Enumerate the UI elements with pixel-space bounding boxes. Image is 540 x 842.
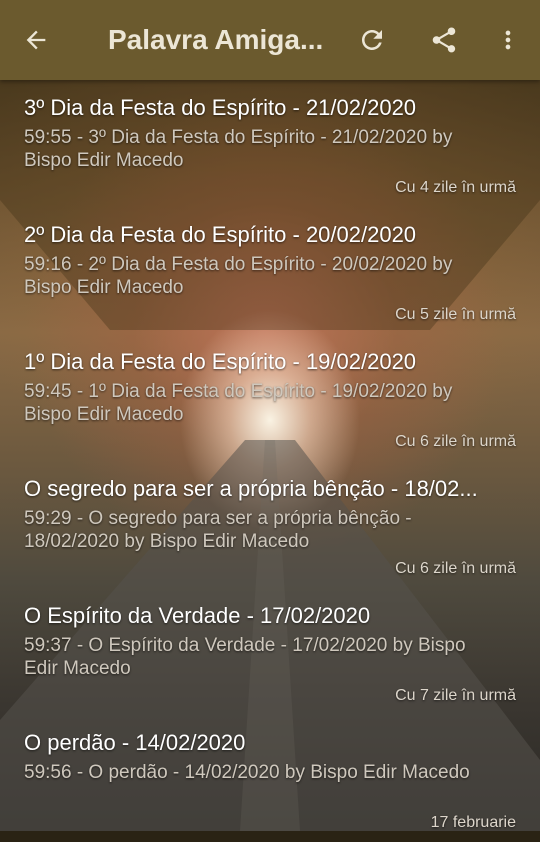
episode-description: 59:16 - 2º Dia da Festa do Espírito - 20… xyxy=(24,254,453,298)
episode-description: 59:45 - 1º Dia da Festa do Espírito - 19… xyxy=(24,381,453,425)
episode-title: 2º Dia da Festa do Espírito - 20/02/2020 xyxy=(24,222,417,247)
episode-description: 59:55 - 3º Dia da Festa do Espírito - 21… xyxy=(24,127,453,171)
share-icon xyxy=(432,27,456,53)
list-item[interactable]: O segredo para ser a própria bênção - 18… xyxy=(0,461,540,588)
app-bar: Palavra Amiga... xyxy=(0,0,540,80)
share-button[interactable] xyxy=(420,16,468,64)
more-vert-icon xyxy=(505,30,511,50)
list-item[interactable]: O Espírito da Verdade - 17/02/2020 59:37… xyxy=(0,588,540,715)
episode-age: Cu 5 zile în urmă xyxy=(395,306,516,323)
episode-age: Cu 4 zile în urmă xyxy=(395,179,516,196)
episode-age: 17 februarie xyxy=(430,814,516,831)
episode-title: 3º Dia da Festa do Espírito - 21/02/2020 xyxy=(24,95,417,120)
overflow-menu-button[interactable] xyxy=(484,16,532,64)
episode-age: Cu 6 zile în urmă xyxy=(395,560,516,577)
episode-description: 59:56 - O perdão - 14/02/2020 by Bispo E… xyxy=(24,762,470,783)
episode-list: 3º Dia da Festa do Espírito - 21/02/2020… xyxy=(0,80,540,842)
list-item[interactable]: 2º Dia da Festa do Espírito - 20/02/2020… xyxy=(0,207,540,334)
episode-description: 59:29 - O segredo para ser a própria bên… xyxy=(24,508,412,552)
episode-title: O segredo para ser a própria bênção - 18… xyxy=(24,476,478,501)
episode-age: Cu 7 zile în urmă xyxy=(395,687,516,704)
episode-title: 1º Dia da Festa do Espírito - 19/02/2020 xyxy=(24,349,417,374)
app-title: Palavra Amiga... xyxy=(108,24,324,55)
refresh-button[interactable] xyxy=(348,16,396,64)
list-item[interactable]: O perdão - 14/02/2020 59:56 - O perdão -… xyxy=(0,715,540,842)
episode-title: O Espírito da Verdade - 17/02/2020 xyxy=(24,603,371,628)
arrow-back-icon xyxy=(26,30,46,50)
refresh-icon xyxy=(362,30,382,50)
episode-age: Cu 6 zile în urmă xyxy=(395,433,516,450)
episode-title: O perdão - 14/02/2020 xyxy=(24,730,246,755)
list-item[interactable]: 3º Dia da Festa do Espírito - 21/02/2020… xyxy=(0,80,540,207)
list-item[interactable]: 1º Dia da Festa do Espírito - 19/02/2020… xyxy=(0,334,540,461)
episode-description: 59:37 - O Espírito da Verdade - 17/02/20… xyxy=(24,635,466,679)
back-button[interactable] xyxy=(12,16,60,64)
